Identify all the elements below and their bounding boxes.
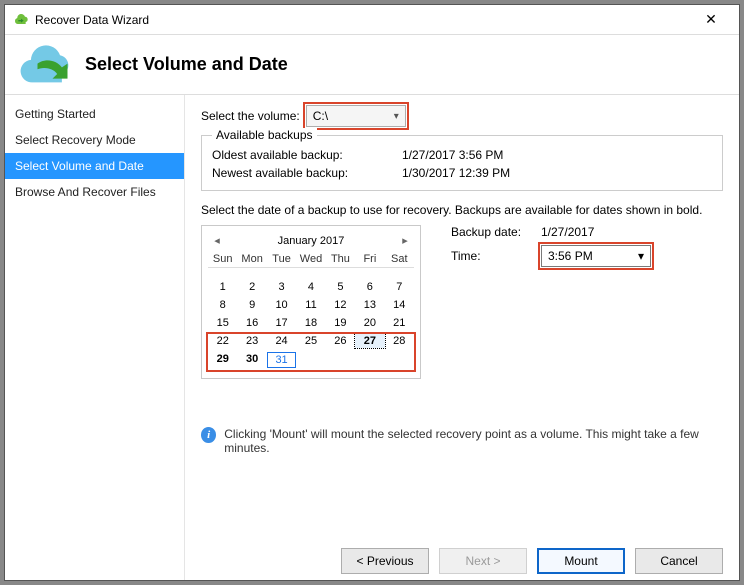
time-select[interactable]: 3:56 PM ▾ bbox=[541, 245, 651, 267]
calendar-next-icon[interactable]: ▸ bbox=[398, 234, 412, 247]
calendar-day[interactable]: 24 bbox=[267, 334, 296, 348]
instructions-text: Select the date of a backup to use for r… bbox=[201, 203, 723, 217]
wizard-steps-sidebar: Getting Started Select Recovery Mode Sel… bbox=[5, 95, 185, 580]
calendar-day[interactable]: 14 bbox=[385, 298, 414, 312]
oldest-backup-value: 1/27/2017 3:56 PM bbox=[402, 148, 582, 162]
calendar-day[interactable]: 17 bbox=[267, 316, 296, 330]
calendar-empty bbox=[355, 352, 384, 368]
oldest-backup-label: Oldest available backup: bbox=[212, 148, 402, 162]
recover-data-wizard-window: Recover Data Wizard ✕ Select Volume and … bbox=[4, 4, 740, 581]
calendar-day[interactable]: 9 bbox=[237, 298, 266, 312]
calendar-day[interactable]: 30 bbox=[237, 352, 266, 368]
window-title: Recover Data Wizard bbox=[35, 13, 691, 27]
calendar-day[interactable]: 2 bbox=[237, 280, 266, 294]
calendar-dow: Sat bbox=[385, 253, 414, 268]
calendar-day[interactable]: 3 bbox=[267, 280, 296, 294]
previous-button[interactable]: < Previous bbox=[341, 548, 429, 574]
calendar-empty bbox=[326, 352, 355, 368]
info-icon: i bbox=[201, 427, 216, 443]
mount-button[interactable]: Mount bbox=[537, 548, 625, 574]
backup-date-label: Backup date: bbox=[451, 225, 541, 239]
calendar-dow: Wed bbox=[296, 253, 325, 268]
step-select-volume-and-date[interactable]: Select Volume and Date bbox=[5, 153, 184, 179]
calendar-day[interactable]: 20 bbox=[355, 316, 384, 330]
available-backups-title: Available backups bbox=[212, 128, 317, 142]
calendar-dow: Tue bbox=[267, 253, 296, 268]
calendar-day[interactable]: 8 bbox=[208, 298, 237, 312]
calendar-empty bbox=[326, 274, 355, 276]
button-bar: < Previous Next > Mount Cancel bbox=[201, 530, 723, 574]
close-button[interactable]: ✕ bbox=[691, 6, 731, 34]
calendar-day[interactable]: 25 bbox=[296, 334, 325, 348]
calendar-day[interactable]: 27 bbox=[355, 334, 384, 348]
calendar-day[interactable]: 28 bbox=[385, 334, 414, 348]
calendar-day[interactable]: 23 bbox=[237, 334, 266, 348]
backup-time-label: Time: bbox=[451, 249, 541, 263]
calendar-day[interactable]: 1 bbox=[208, 280, 237, 294]
calendar-dow: Thu bbox=[326, 253, 355, 268]
cloud-arrow-icon bbox=[15, 43, 75, 87]
calendar-empty bbox=[385, 274, 414, 276]
calendar-day[interactable]: 10 bbox=[267, 298, 296, 312]
calendar-day[interactable]: 7 bbox=[385, 280, 414, 294]
backup-date-value: 1/27/2017 bbox=[541, 225, 594, 239]
volume-selected-value: C:\ bbox=[313, 109, 328, 123]
calendar-empty bbox=[355, 274, 384, 276]
calendar-day[interactable]: 21 bbox=[385, 316, 414, 330]
calendar-day[interactable]: 6 bbox=[355, 280, 384, 294]
content-area: Select the volume: C:\ ▾ Available backu… bbox=[185, 95, 739, 580]
info-text: Clicking 'Mount' will mount the selected… bbox=[224, 427, 723, 455]
calendar-day[interactable]: 19 bbox=[326, 316, 355, 330]
time-selected-value: 3:56 PM bbox=[548, 249, 593, 263]
header-band: Select Volume and Date bbox=[5, 35, 739, 95]
calendar-day[interactable]: 13 bbox=[355, 298, 384, 312]
available-backups-group: Available backups Oldest available backu… bbox=[201, 135, 723, 191]
calendar-empty bbox=[296, 352, 325, 368]
backup-params: Backup date: 1/27/2017 Time: 3:56 PM ▾ bbox=[451, 225, 651, 273]
newest-backup-value: 1/30/2017 12:39 PM bbox=[402, 166, 582, 180]
calendar-dow: Sun bbox=[208, 253, 237, 268]
info-row: i Clicking 'Mount' will mount the select… bbox=[201, 427, 723, 455]
titlebar: Recover Data Wizard ✕ bbox=[5, 5, 739, 35]
calendar-empty bbox=[385, 352, 414, 368]
newest-backup-label: Newest available backup: bbox=[212, 166, 402, 180]
calendar-day[interactable]: 29 bbox=[208, 352, 237, 368]
calendar[interactable]: ◂January 2017▸SunMonTueWedThuFriSat12345… bbox=[201, 225, 421, 379]
step-select-recovery-mode[interactable]: Select Recovery Mode bbox=[5, 127, 184, 153]
calendar-dow: Fri bbox=[355, 253, 384, 268]
calendar-day[interactable]: 11 bbox=[296, 298, 325, 312]
volume-select[interactable]: C:\ ▾ bbox=[306, 105, 406, 127]
calendar-day[interactable]: 15 bbox=[208, 316, 237, 330]
calendar-dow: Mon bbox=[237, 253, 266, 268]
calendar-empty bbox=[296, 274, 325, 276]
calendar-month-label: January 2017 bbox=[278, 235, 345, 247]
calendar-day[interactable]: 31 bbox=[267, 352, 296, 368]
chevron-down-icon: ▾ bbox=[394, 111, 399, 122]
calendar-day[interactable]: 12 bbox=[326, 298, 355, 312]
calendar-prev-icon[interactable]: ◂ bbox=[210, 234, 224, 247]
page-title: Select Volume and Date bbox=[85, 54, 288, 75]
app-icon bbox=[13, 12, 29, 28]
calendar-day[interactable]: 22 bbox=[208, 334, 237, 348]
calendar-day[interactable]: 16 bbox=[237, 316, 266, 330]
cancel-button[interactable]: Cancel bbox=[635, 548, 723, 574]
calendar-day[interactable]: 5 bbox=[326, 280, 355, 294]
calendar-empty bbox=[237, 274, 266, 276]
calendar-day[interactable]: 26 bbox=[326, 334, 355, 348]
calendar-empty bbox=[208, 274, 237, 276]
calendar-day[interactable]: 4 bbox=[296, 280, 325, 294]
step-browse-and-recover-files[interactable]: Browse And Recover Files bbox=[5, 179, 184, 205]
next-button: Next > bbox=[439, 548, 527, 574]
volume-label: Select the volume: bbox=[201, 109, 300, 123]
calendar-empty bbox=[267, 274, 296, 276]
chevron-down-icon: ▾ bbox=[638, 249, 644, 263]
calendar-day[interactable]: 18 bbox=[296, 316, 325, 330]
step-getting-started[interactable]: Getting Started bbox=[5, 101, 184, 127]
